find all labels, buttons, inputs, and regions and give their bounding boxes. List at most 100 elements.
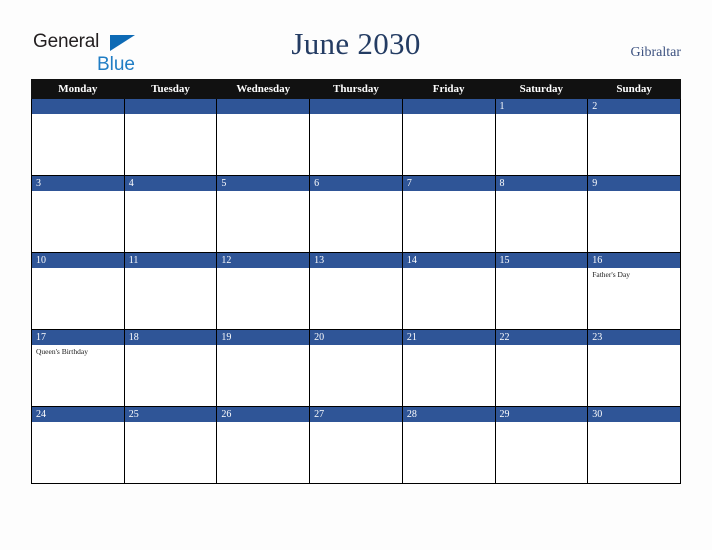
calendar-day-cell[interactable]: 21 (401, 329, 496, 407)
day-number: 13 (310, 253, 402, 268)
day-cell-inner: 15 (495, 253, 588, 329)
page-header: General Blue June 2030 Gibraltar (0, 0, 712, 78)
day-number: 3 (32, 176, 124, 191)
calendar-day-cell[interactable]: 29 (494, 406, 589, 484)
day-number: 21 (402, 330, 495, 345)
calendar-day-cell[interactable]: 5 (216, 175, 311, 253)
day-number: 18 (124, 330, 217, 345)
calendar-day-cell[interactable]: 6 (309, 175, 403, 253)
weekday-header-wednesday: Wednesday (216, 79, 311, 99)
calendar-day-cell[interactable]: 18 (123, 329, 218, 407)
day-cell-inner: 1 (495, 99, 588, 175)
calendar-day-cell[interactable]: 13 (309, 252, 403, 330)
calendar-day-cell[interactable]: 30 (587, 406, 681, 484)
calendar-day-cell[interactable]: 19 (216, 329, 311, 407)
calendar-day-cell[interactable]: 14 (401, 252, 496, 330)
calendar-day-cell[interactable]: 23 (587, 329, 681, 407)
day-number (402, 99, 495, 114)
day-cell-inner: 9 (588, 176, 680, 252)
day-cell-inner: 17 Queen's Birthday (32, 330, 124, 406)
day-number: 20 (310, 330, 402, 345)
day-number: 10 (32, 253, 124, 268)
weekday-header-friday: Friday (401, 79, 496, 99)
calendar-day-cell[interactable]: 12 (216, 252, 311, 330)
calendar-day-cell[interactable]: 20 (309, 329, 403, 407)
event-item: Queen's Birthday (36, 347, 88, 356)
day-cell-inner: 6 (310, 176, 402, 252)
day-number (217, 99, 310, 114)
weekday-header-tuesday: Tuesday (123, 79, 218, 99)
day-cell-inner (217, 99, 310, 175)
calendar-body: 1 2 3 4 5 6 7 8 9 10 11 12 13 14 15 16 Father's Day 17 Que… (31, 98, 681, 484)
day-cell-inner: 27 (310, 407, 402, 483)
day-number: 15 (495, 253, 588, 268)
day-number: 2 (588, 99, 680, 114)
day-cell-inner: 28 (402, 407, 495, 483)
day-number (32, 99, 124, 114)
day-cell-inner: 8 (495, 176, 588, 252)
calendar-day-cell[interactable]: 7 (401, 175, 496, 253)
calendar-day-cell[interactable]: 17 Queen's Birthday (31, 329, 125, 407)
day-cell-inner (32, 99, 124, 175)
day-number: 19 (217, 330, 310, 345)
calendar-week-row: 24 25 26 27 28 29 30 (31, 406, 681, 484)
day-cell-inner: 10 (32, 253, 124, 329)
calendar-grid: Monday Tuesday Wednesday Thursday Friday Satu… (31, 79, 681, 484)
day-number: 7 (402, 176, 495, 191)
calendar-day-cell[interactable]: 10 (31, 252, 125, 330)
calendar-day-cell[interactable]: 1 (494, 98, 589, 176)
day-number: 24 (32, 407, 124, 422)
day-number: 26 (217, 407, 310, 422)
calendar-day-cell[interactable]: 8 (494, 175, 589, 253)
day-number: 6 (310, 176, 402, 191)
day-cell-inner (402, 99, 495, 175)
day-cell-inner: 2 (588, 99, 680, 175)
calendar-day-cell[interactable]: 22 (494, 329, 589, 407)
day-number: 17 (32, 330, 124, 345)
calendar-empty-cell (123, 98, 218, 176)
calendar-day-cell[interactable]: 28 (401, 406, 496, 484)
calendar-day-cell[interactable]: 4 (123, 175, 218, 253)
day-number: 29 (495, 407, 588, 422)
day-cell-inner: 3 (32, 176, 124, 252)
calendar-day-cell[interactable]: 27 (309, 406, 403, 484)
calendar-day-cell[interactable]: 16 Father's Day (587, 252, 681, 330)
day-number: 12 (217, 253, 310, 268)
calendar-day-cell[interactable]: 15 (494, 252, 589, 330)
day-cell-inner: 16 Father's Day (588, 253, 680, 329)
page-title: June 2030 (291, 26, 421, 61)
calendar-empty-cell (309, 98, 403, 176)
day-cell-inner: 12 (217, 253, 310, 329)
calendar-empty-cell (216, 98, 311, 176)
calendar-week-row: 10 11 12 13 14 15 16 Father's Day (31, 252, 681, 330)
day-cell-inner: 7 (402, 176, 495, 252)
day-cell-inner (310, 99, 402, 175)
calendar-day-cell[interactable]: 2 (587, 98, 681, 176)
day-cell-inner: 21 (402, 330, 495, 406)
day-cell-inner: 24 (32, 407, 124, 483)
calendar-day-cell[interactable]: 3 (31, 175, 125, 253)
calendar-week-row: 12 (31, 98, 681, 176)
calendar-day-cell[interactable]: 11 (123, 252, 218, 330)
calendar-day-cell[interactable]: 9 (587, 175, 681, 253)
event-list: Father's Day (588, 268, 680, 280)
calendar-empty-cell (31, 98, 125, 176)
weekday-header-thursday: Thursday (309, 79, 403, 99)
event-list: Queen's Birthday (32, 345, 124, 357)
day-number: 23 (588, 330, 680, 345)
calendar-day-cell[interactable]: 24 (31, 406, 125, 484)
day-cell-inner: 26 (217, 407, 310, 483)
weekday-header-sunday: Sunday (587, 79, 681, 99)
calendar-day-cell[interactable]: 25 (123, 406, 218, 484)
day-cell-inner: 5 (217, 176, 310, 252)
country-label: Gibraltar (630, 45, 681, 60)
day-cell-inner: 18 (124, 330, 217, 406)
day-number: 11 (124, 253, 217, 268)
day-cell-inner: 23 (588, 330, 680, 406)
calendar-day-cell[interactable]: 26 (216, 406, 311, 484)
event-item: Father's Day (592, 270, 631, 279)
day-number: 1 (495, 99, 588, 114)
day-number: 27 (310, 407, 402, 422)
day-number: 9 (588, 176, 680, 191)
day-number: 25 (124, 407, 217, 422)
